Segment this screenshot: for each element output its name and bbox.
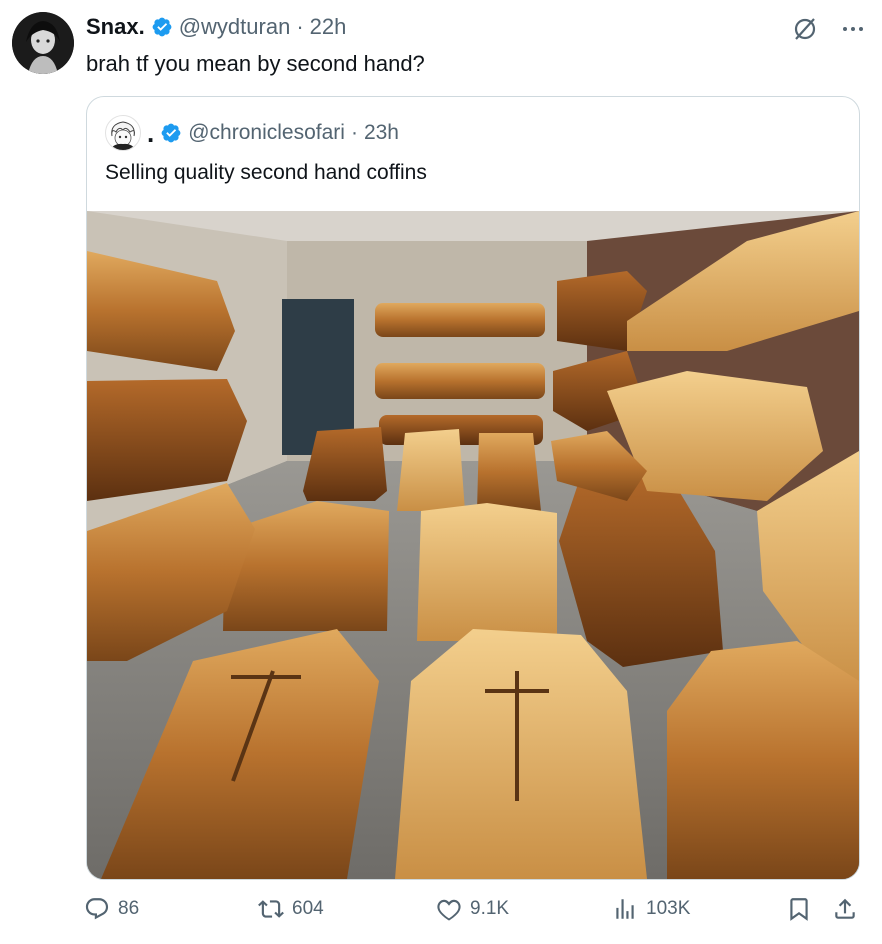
reply-count: 86 [118, 898, 140, 919]
like-count: 9.1K [470, 898, 510, 919]
verified-badge-icon [151, 16, 173, 38]
bookmark-button[interactable] [786, 896, 812, 922]
quoted-post-header: . @chroniclesofari · 23h [105, 115, 399, 151]
quoted-post-photo[interactable] [87, 211, 859, 879]
more-icon[interactable] [840, 16, 866, 42]
engagement-bar: 86 604 9.1K 103K [0, 896, 882, 932]
author-avatar[interactable] [12, 12, 74, 74]
verified-badge-icon [160, 122, 182, 144]
post-text: brah tf you mean by second hand? [86, 51, 425, 76]
post-time[interactable]: 22h [310, 14, 347, 40]
repost-icon [258, 900, 284, 918]
quoted-author-handle[interactable]: @chroniclesofari [188, 121, 345, 145]
author-name[interactable]: Snax. [86, 14, 145, 40]
view-count: 103K [646, 898, 691, 919]
share-icon [835, 898, 855, 919]
views-button[interactable]: 103K [612, 896, 690, 922]
reply-button[interactable]: 86 [84, 896, 139, 922]
author-handle[interactable]: @wydturan [179, 14, 291, 40]
repost-count: 604 [292, 898, 324, 919]
quoted-post[interactable]: . @chroniclesofari · 23h Selling quality… [86, 96, 860, 880]
quoted-author-name[interactable]: . [147, 120, 154, 146]
quoted-author-avatar[interactable] [105, 115, 141, 151]
share-button[interactable] [832, 896, 858, 922]
top-actions [792, 16, 866, 42]
quoted-post-time[interactable]: 23h [364, 121, 399, 145]
bookmark-icon [790, 898, 808, 921]
quoted-post-text: Selling quality second hand coffins [105, 161, 427, 184]
post-header: Snax. @wydturan · 22h [86, 14, 346, 40]
repost-button[interactable]: 604 [258, 896, 324, 922]
separator-dot: · [350, 121, 358, 144]
reply-icon [85, 898, 109, 920]
heart-icon [437, 899, 461, 921]
grok-icon[interactable] [792, 16, 818, 42]
like-button[interactable]: 9.1K [436, 896, 509, 922]
tweet: Snax. @wydturan · 22h brah tf you mean b… [0, 0, 882, 944]
separator-dot: · [296, 14, 304, 39]
views-icon [616, 899, 634, 919]
